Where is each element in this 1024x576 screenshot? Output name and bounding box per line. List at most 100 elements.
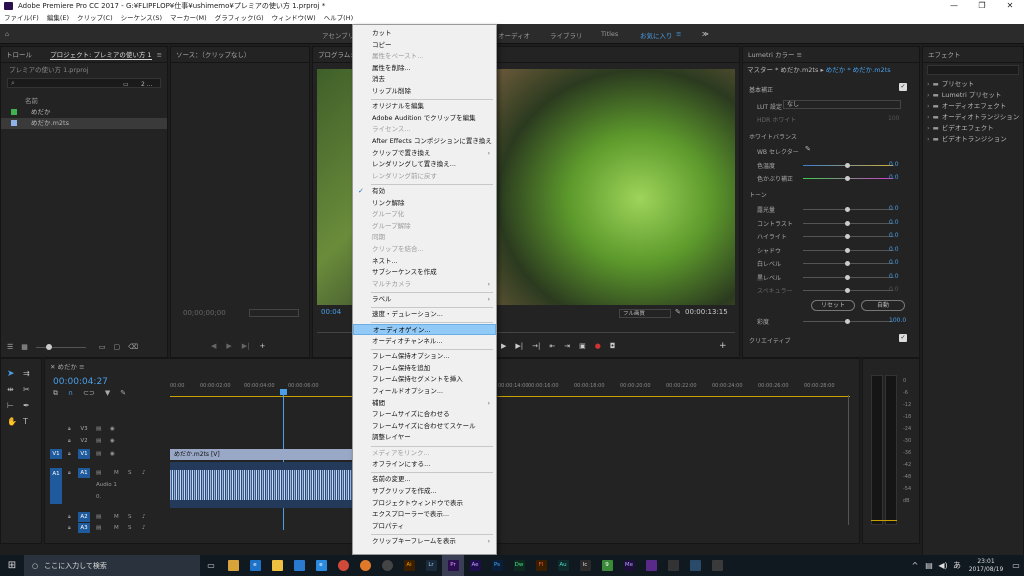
step-back-icon[interactable]: ◀ bbox=[211, 342, 216, 350]
panel-menu-icon[interactable]: ≡ bbox=[157, 51, 162, 59]
solo-button[interactable]: S bbox=[128, 470, 132, 476]
lock-icon[interactable]: 🔒︎ bbox=[68, 514, 71, 520]
menu-marker[interactable]: マーカー(M) bbox=[170, 12, 207, 24]
slip-tool-icon[interactable]: ⊢ bbox=[7, 401, 14, 410]
resolution-dropdown[interactable]: フル画質 bbox=[619, 309, 671, 318]
play-icon[interactable]: ▶ bbox=[226, 342, 231, 350]
source-zoom-field[interactable] bbox=[249, 309, 299, 317]
timeline-vertical-scrollbar[interactable] bbox=[848, 395, 853, 525]
tab-project[interactable]: プロジェクト: プレミアの使い方 1 bbox=[50, 51, 152, 60]
app-icon-grid[interactable] bbox=[684, 555, 706, 576]
context-menu-item[interactable]: リップル削除 bbox=[353, 86, 496, 97]
effects-folder[interactable]: › ▬ オーディオエフェクト bbox=[923, 101, 1023, 112]
mic-icon[interactable]: ♪ bbox=[142, 470, 146, 476]
tone-slider[interactable] bbox=[803, 288, 893, 293]
effects-folder[interactable]: › ▬ オーディオトランジション bbox=[923, 112, 1023, 123]
sync-lock-icon[interactable]: ▤ bbox=[96, 451, 101, 457]
after-effects-icon[interactable]: Ae bbox=[464, 555, 486, 576]
context-menu-item[interactable]: プロジェクトウィンドウで表示 bbox=[353, 498, 496, 509]
tone-value[interactable]: 0.0 bbox=[889, 273, 899, 280]
network-icon[interactable]: ▤ bbox=[922, 555, 936, 576]
zoom-slider[interactable] bbox=[35, 343, 91, 351]
context-menu-item[interactable]: クリップで置き換え › bbox=[353, 148, 496, 159]
snap-icon[interactable]: ∩ bbox=[68, 389, 73, 398]
context-menu-item[interactable]: フレームサイズに合わせる bbox=[353, 409, 496, 420]
dreamweaver-icon[interactable]: Dw bbox=[508, 555, 530, 576]
app-icon-purple[interactable] bbox=[640, 555, 662, 576]
settings-wrench-icon[interactable]: ✎ bbox=[120, 389, 126, 398]
maximize-button[interactable]: ❐ bbox=[968, 0, 996, 12]
track-target-v2[interactable]: V2 bbox=[78, 436, 90, 446]
add-button-icon[interactable]: + bbox=[719, 341, 727, 351]
tone-value[interactable]: 0.0 bbox=[889, 286, 899, 293]
eye-icon[interactable]: ◉ bbox=[110, 438, 115, 444]
tone-slider[interactable] bbox=[803, 234, 893, 239]
track-target-v1[interactable]: V1 bbox=[78, 449, 90, 459]
context-menu-item[interactable]: グループ解除 bbox=[353, 221, 496, 232]
project-item[interactable]: めだか.m2ts bbox=[1, 118, 167, 129]
photoshop-icon[interactable]: Ps bbox=[486, 555, 508, 576]
icon-view-icon[interactable]: ▦ bbox=[21, 343, 28, 351]
sync-lock-icon[interactable]: ▤ bbox=[96, 514, 101, 520]
tint-slider[interactable] bbox=[803, 176, 893, 181]
lightroom-icon[interactable]: Lr bbox=[420, 555, 442, 576]
eye-icon[interactable]: ◉ bbox=[110, 426, 115, 432]
play-icon[interactable]: ▶ bbox=[501, 342, 506, 350]
app-icon-file[interactable] bbox=[222, 555, 244, 576]
context-menu-item[interactable]: 速度・デュレーション... bbox=[353, 309, 496, 320]
context-menu-item[interactable]: フィールドオプション... bbox=[353, 386, 496, 397]
basic-correction-header[interactable]: 基本補正 bbox=[749, 85, 773, 94]
lock-icon[interactable]: 🔒︎ bbox=[68, 470, 71, 476]
tone-value[interactable]: 0.0 bbox=[889, 232, 899, 239]
go-out-icon[interactable]: →| bbox=[532, 342, 540, 350]
panel-menu-icon[interactable]: ≡ bbox=[79, 363, 84, 371]
lut-dropdown[interactable]: なし bbox=[783, 100, 901, 109]
lock-icon[interactable]: 🔒︎ bbox=[68, 451, 71, 457]
saturation-value[interactable]: 100.0 bbox=[889, 317, 906, 324]
context-menu-item[interactable]: マルチカメラ › bbox=[353, 279, 496, 290]
workspace-assembly[interactable]: アセンブリ bbox=[322, 30, 354, 40]
context-menu-item[interactable]: After Effects コンポジションに置き換え bbox=[353, 136, 496, 147]
context-menu-item[interactable]: Adobe Audition でクリップを編集 bbox=[353, 113, 496, 124]
creative-enable-checkbox[interactable]: ✓ bbox=[899, 334, 907, 342]
linked-select-icon[interactable]: ⊂⊃ bbox=[83, 389, 95, 398]
context-menu-item[interactable]: 名前の変更... bbox=[353, 474, 496, 485]
menu-window[interactable]: ウィンドウ(W) bbox=[272, 12, 316, 24]
reset-button[interactable]: リセット bbox=[811, 300, 855, 311]
settings-wrench-icon[interactable]: ✎ bbox=[675, 308, 681, 316]
list-view-icon[interactable]: ☰ bbox=[7, 343, 13, 351]
context-menu-item[interactable]: レンダリング前に戻す bbox=[353, 171, 496, 182]
step-forward-icon[interactable]: ▶| bbox=[242, 342, 250, 350]
sync-lock-icon[interactable]: ▤ bbox=[96, 470, 101, 476]
basic-enable-checkbox[interactable]: ✓ bbox=[899, 83, 907, 91]
pen-tool-icon[interactable]: ✒ bbox=[23, 401, 30, 410]
razor-tool-icon[interactable]: ✂ bbox=[23, 385, 30, 394]
tone-header[interactable]: トーン bbox=[749, 190, 767, 199]
context-menu-item[interactable]: ライセンス... bbox=[353, 124, 496, 135]
workspace-titles[interactable]: Titles bbox=[601, 30, 618, 38]
minimize-button[interactable]: — bbox=[940, 0, 968, 12]
app-icon-green[interactable]: 9 bbox=[596, 555, 618, 576]
context-menu-item[interactable]: グループ化 bbox=[353, 209, 496, 220]
context-menu-item[interactable]: クリップを結合... bbox=[353, 244, 496, 255]
explorer-icon[interactable] bbox=[266, 555, 288, 576]
timeline-timecode[interactable]: 00:00:04:27 bbox=[53, 377, 108, 387]
sync-lock-icon[interactable]: ▤ bbox=[96, 525, 101, 531]
step-forward-icon[interactable]: ▶| bbox=[515, 342, 523, 350]
effects-folder[interactable]: › ▬ ビデオトランジション bbox=[923, 134, 1023, 145]
context-menu-item[interactable]: コピー bbox=[353, 40, 496, 51]
context-menu-item[interactable]: 属性を削除... bbox=[353, 63, 496, 74]
lumetri-tab-label[interactable]: Lumetri カラー bbox=[748, 51, 795, 59]
edge-icon[interactable]: e bbox=[244, 555, 266, 576]
sequence-clip-label[interactable]: めだか * めだか.m2ts bbox=[826, 66, 891, 74]
saturation-slider[interactable] bbox=[803, 319, 893, 324]
chrome-icon[interactable] bbox=[332, 555, 354, 576]
task-view-icon[interactable]: ▭ bbox=[200, 555, 222, 576]
effects-folder[interactable]: › ▬ Lumetri プリセット bbox=[923, 90, 1023, 101]
playhead[interactable] bbox=[283, 390, 284, 530]
workspace-library[interactable]: ライブラリ bbox=[550, 30, 583, 40]
menu-file[interactable]: ファイル(F) bbox=[4, 12, 39, 24]
solo-button[interactable]: S bbox=[128, 525, 132, 531]
new-item-icon[interactable]: ▢ bbox=[114, 343, 121, 351]
creative-header[interactable]: クリエイティブ bbox=[749, 336, 791, 345]
